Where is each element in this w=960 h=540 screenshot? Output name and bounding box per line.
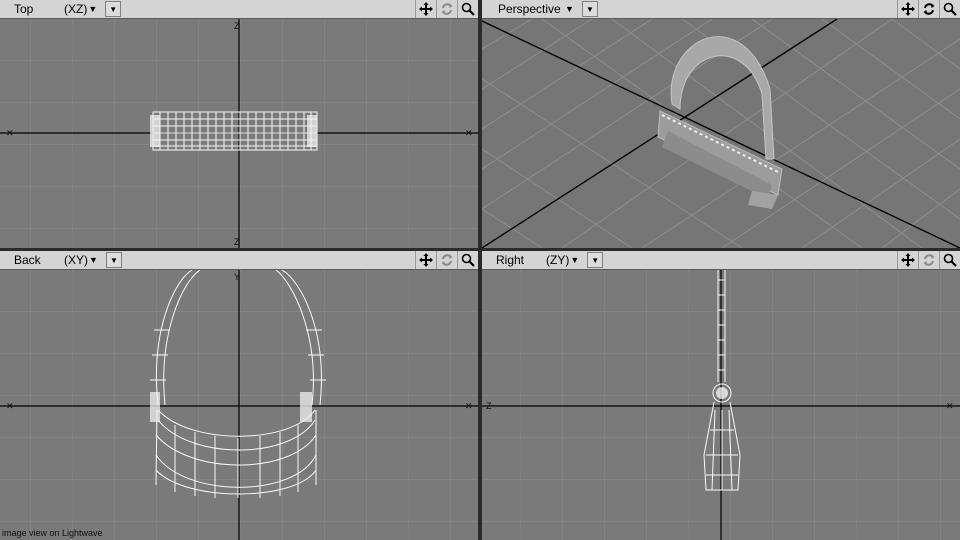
move-view-icon[interactable] [897, 0, 918, 18]
svg-text:✕: ✕ [6, 401, 14, 411]
viewport-menu-icon[interactable]: ▼ [581, 1, 598, 17]
axis-label: (XZ) [64, 2, 88, 16]
viewport-toolbar: Right (ZY) ▼ ▼ [482, 251, 960, 270]
axis-dropdown[interactable]: (ZY) ▼ [544, 252, 581, 268]
axis-dropdown[interactable]: (XY) ▼ [62, 252, 100, 268]
dropdown-arrow-icon: ▼ [570, 255, 580, 265]
viewport-canvas[interactable]: ✕ ✕ Y image view on Lightwave [0, 270, 478, 540]
axis-label-horizontal: Z [486, 401, 492, 411]
zoom-view-icon[interactable] [939, 251, 960, 269]
axis-label: (XY) [64, 253, 88, 267]
rotate-view-icon[interactable] [918, 251, 939, 269]
viewport-top[interactable]: Top (XZ) ▼ ▼ ✕ ✕ Z Z [0, 0, 478, 248]
rotate-view-icon[interactable] [918, 0, 939, 18]
dropdown-arrow-icon: ▼ [88, 4, 98, 14]
zoom-view-icon[interactable] [457, 251, 478, 269]
rotate-view-icon[interactable] [436, 251, 457, 269]
viewport-canvas[interactable]: Z ✕ [482, 270, 960, 540]
rotate-view-icon[interactable] [436, 0, 457, 18]
view-name[interactable]: Back [14, 253, 62, 267]
svg-text:✕: ✕ [465, 128, 473, 138]
zoom-view-icon[interactable] [457, 0, 478, 18]
view-name[interactable]: Right [496, 253, 544, 267]
viewport-right[interactable]: Right (ZY) ▼ ▼ Z ✕ [482, 251, 960, 540]
move-view-icon[interactable] [415, 0, 436, 18]
axis-label-vertical: Y [234, 272, 240, 282]
view-dropdown[interactable]: ▼ [562, 1, 576, 17]
dropdown-arrow-icon: ▼ [565, 4, 574, 14]
zoom-view-icon[interactable] [939, 0, 960, 18]
caption-text: image view on Lightwave [2, 528, 103, 538]
viewport-toolbar: Top (XZ) ▼ ▼ [0, 0, 478, 19]
move-view-icon[interactable] [415, 251, 436, 269]
axis-dropdown[interactable]: (XZ) ▼ [62, 1, 99, 17]
move-view-icon[interactable] [897, 251, 918, 269]
viewport-toolbar: Perspective ▼ ▼ [482, 0, 960, 19]
axis-label: (ZY) [546, 253, 570, 267]
viewport-perspective[interactable]: Perspective ▼ ▼ [482, 0, 960, 248]
viewport-canvas[interactable]: ✕ ✕ Z Z [0, 19, 478, 248]
viewport-toolbar: Back (XY) ▼ ▼ [0, 251, 478, 270]
viewport-menu-icon[interactable]: ▼ [587, 252, 604, 268]
svg-text:Z: Z [234, 237, 240, 247]
viewport-canvas[interactable] [482, 19, 960, 248]
viewport-menu-icon[interactable]: ▼ [105, 1, 122, 17]
svg-text:✕: ✕ [465, 401, 473, 411]
dropdown-arrow-icon: ▼ [89, 255, 98, 265]
svg-text:✕: ✕ [6, 128, 14, 138]
svg-text:✕: ✕ [946, 401, 954, 411]
axis-label-vertical: Z [234, 21, 240, 31]
viewport-menu-icon[interactable]: ▼ [105, 252, 122, 268]
viewport-back[interactable]: Back (XY) ▼ ▼ ✕ ✕ Y image view on Lightw… [0, 251, 478, 540]
view-name[interactable]: Perspective [498, 2, 562, 16]
view-name[interactable]: Top [14, 2, 62, 16]
